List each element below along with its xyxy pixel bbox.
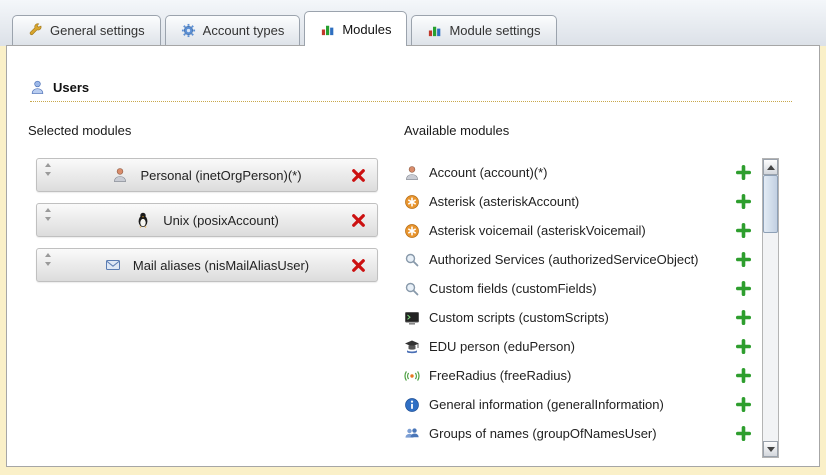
add-module-button[interactable] [735, 367, 752, 384]
available-module-label: General information (generalInformation) [429, 397, 664, 412]
tab-label: Modules [342, 22, 391, 37]
scrollbar-thumb[interactable] [763, 175, 778, 233]
plus-icon [735, 367, 752, 384]
selected-module-label: Unix (posixAccount) [163, 213, 279, 228]
add-module-button[interactable] [735, 425, 752, 442]
plus-icon [735, 425, 752, 442]
remove-module-button[interactable] [350, 167, 367, 184]
add-module-button[interactable] [735, 164, 752, 181]
group-icon [404, 426, 420, 442]
magnifier-icon [404, 252, 420, 268]
scroll-up-button[interactable] [763, 159, 778, 175]
scrollbar-track[interactable] [763, 175, 778, 441]
remove-module-button[interactable] [350, 212, 367, 229]
delete-x-icon [350, 257, 367, 274]
scroll-down-button[interactable] [763, 441, 778, 457]
selected-module-row: Unix (posixAccount) [36, 203, 378, 237]
available-module-label: Authorized Services (authorizedServiceOb… [429, 252, 699, 267]
penguin-icon [135, 212, 151, 228]
remove-module-button[interactable] [350, 257, 367, 274]
drag-handle-icon[interactable] [44, 163, 52, 181]
add-module-button[interactable] [735, 396, 752, 413]
available-module-label: Custom scripts (customScripts) [429, 310, 609, 325]
available-module-row: Authorized Services (authorizedServiceOb… [404, 245, 760, 274]
available-module-row: Groups of names (groupOfNamesUser) [404, 419, 760, 448]
selected-module-label: Personal (inetOrgPerson)(*) [140, 168, 301, 183]
add-module-button[interactable] [735, 338, 752, 355]
gear-icon [181, 23, 196, 38]
modules-bars-icon [427, 23, 442, 38]
tab-modules[interactable]: Modules [304, 11, 407, 46]
available-modules-list: Account (account)(*) Asterisk (asteriskA… [404, 158, 760, 448]
magnifier-icon [404, 281, 420, 297]
available-module-row: Custom fields (customFields) [404, 274, 760, 303]
add-module-button[interactable] [735, 222, 752, 239]
plus-icon [735, 193, 752, 210]
drag-handle-icon[interactable] [44, 208, 52, 226]
tab-module-settings[interactable]: Module settings [411, 15, 556, 45]
available-module-row: General information (generalInformation) [404, 390, 760, 419]
add-module-button[interactable] [735, 251, 752, 268]
tab-label: Module settings [449, 23, 540, 38]
section-heading-users: Users [30, 80, 792, 102]
arrow-up-icon [767, 165, 775, 170]
available-modules-heading: Available modules [404, 123, 509, 138]
available-module-label: Asterisk (asteriskAccount) [429, 194, 579, 209]
plus-icon [735, 222, 752, 239]
section-title: Users [53, 80, 89, 95]
scrollbar [762, 158, 779, 458]
blue-user-icon [30, 80, 45, 95]
available-module-row: FreeRadius (freeRadius) [404, 361, 760, 390]
selected-module-row: Mail aliases (nisMailAliasUser) [36, 248, 378, 282]
available-module-row: Asterisk voicemail (asteriskVoicemail) [404, 216, 760, 245]
tab-general-settings[interactable]: General settings [12, 15, 161, 45]
available-module-label: EDU person (eduPerson) [429, 339, 575, 354]
plus-icon [735, 396, 752, 413]
add-module-button[interactable] [735, 193, 752, 210]
tab-label: Account types [203, 23, 285, 38]
plus-icon [735, 309, 752, 326]
available-module-row: Account (account)(*) [404, 158, 760, 187]
edu-person-icon [404, 339, 420, 355]
delete-x-icon [350, 212, 367, 229]
asterisk-icon [404, 223, 420, 239]
arrow-down-icon [767, 447, 775, 452]
terminal-icon [404, 310, 420, 326]
plus-icon [735, 338, 752, 355]
mail-icon [105, 257, 121, 273]
available-module-label: Custom fields (customFields) [429, 281, 597, 296]
selected-modules-list: Personal (inetOrgPerson)(*) Unix (posixA… [36, 158, 378, 293]
tab-label: General settings [50, 23, 145, 38]
selected-modules-heading: Selected modules [28, 123, 131, 138]
available-module-row: Custom scripts (customScripts) [404, 303, 760, 332]
delete-x-icon [350, 167, 367, 184]
selected-module-label: Mail aliases (nisMailAliasUser) [133, 258, 309, 273]
person-icon [404, 165, 420, 181]
available-module-row: EDU person (eduPerson) [404, 332, 760, 361]
signal-icon [404, 368, 420, 384]
tab-account-types[interactable]: Account types [165, 15, 301, 45]
tab-bar: General settings Account types Modules M… [12, 11, 557, 46]
modules-bars-icon [320, 22, 335, 37]
asterisk-icon [404, 194, 420, 210]
drag-handle-icon[interactable] [44, 253, 52, 271]
plus-icon [735, 251, 752, 268]
plus-icon [735, 280, 752, 297]
plus-icon [735, 164, 752, 181]
available-module-label: FreeRadius (freeRadius) [429, 368, 571, 383]
wrench-icon [28, 23, 43, 38]
available-module-label: Asterisk voicemail (asteriskVoicemail) [429, 223, 646, 238]
add-module-button[interactable] [735, 280, 752, 297]
info-icon [404, 397, 420, 413]
add-module-button[interactable] [735, 309, 752, 326]
available-module-label: Account (account)(*) [429, 165, 548, 180]
available-module-row: Asterisk (asteriskAccount) [404, 187, 760, 216]
selected-module-row: Personal (inetOrgPerson)(*) [36, 158, 378, 192]
available-module-label: Groups of names (groupOfNamesUser) [429, 426, 657, 441]
person-icon [112, 167, 128, 183]
